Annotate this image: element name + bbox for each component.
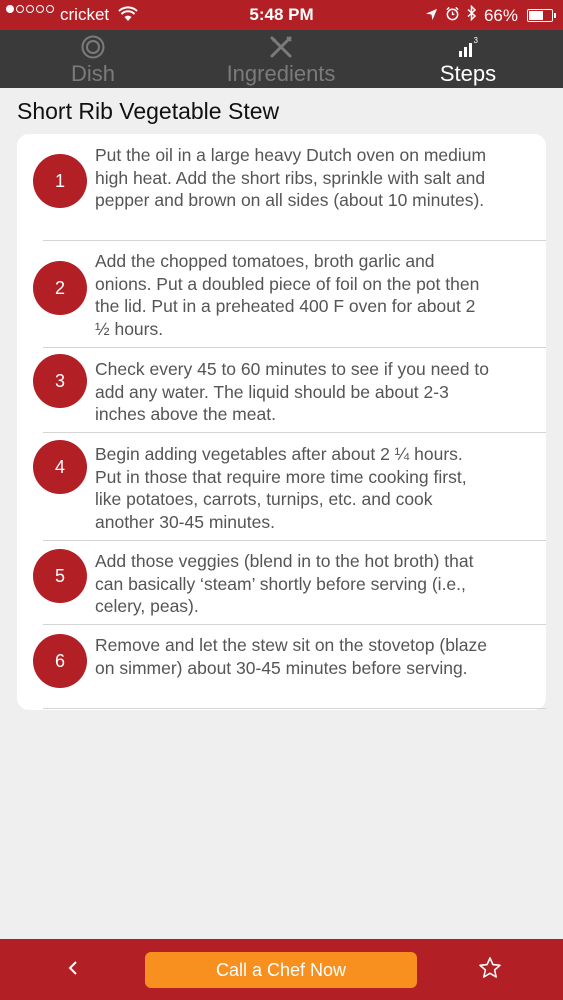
tab-label: Steps — [439, 61, 497, 86]
step-text-line: Put in those that require more time cook… — [95, 466, 467, 487]
step-text-line: on simmer) about 30-45 minutes before se… — [95, 657, 468, 678]
step-text: Add those veggies (blend in to the hot b… — [95, 550, 541, 618]
location-arrow-icon — [425, 6, 438, 26]
page-title: Short Rib Vegetable Stew — [17, 98, 280, 124]
step-divider — [43, 540, 546, 541]
step-divider — [43, 347, 546, 348]
step-text-line: celery, peas). — [95, 596, 199, 616]
status-bar: cricket 5:48 PM 66% — [0, 0, 563, 30]
step-divider — [43, 240, 546, 241]
alarm-clock-icon — [445, 6, 460, 26]
step-text-line: onions. Put a doubled piece of foil on t… — [95, 273, 480, 294]
battery-icon — [527, 9, 556, 22]
utensils-icon — [205, 35, 357, 59]
step-text: Remove and let the stew sit on the stove… — [95, 634, 541, 679]
dish-plate-icon — [30, 35, 156, 59]
battery-percentage: 66% — [483, 5, 518, 25]
step-text-line: Check every 45 to 60 minutes to see if y… — [95, 359, 489, 379]
step-text-line: add any water. The liquid should be abou… — [95, 381, 449, 402]
step-text-line: Begin adding vegetables after about 2 ¼ … — [95, 444, 463, 464]
step-number-badge: 1 — [33, 154, 87, 208]
step-text-line: inches above the meat. — [95, 404, 276, 424]
star-icon — [478, 956, 502, 985]
step-text-line: like potatoes, carrots, turnips, etc. an… — [95, 489, 433, 509]
tab-ingredients[interactable]: Ingredients — [205, 30, 357, 88]
chevron-left-icon — [67, 960, 79, 981]
tab-bar: Dish Ingredients 3 Steps — [0, 30, 563, 88]
back-button[interactable] — [58, 956, 88, 984]
step-number-badge: 6 — [33, 634, 87, 688]
step-text: Begin adding vegetables after about 2 ¼ … — [95, 443, 541, 533]
step-text-line: Remove and let the stew sit on the stove… — [95, 635, 488, 655]
step-divider — [43, 708, 546, 709]
bottom-bar: Call a Chef Now — [0, 939, 563, 1000]
step-number-badge: 3 — [33, 354, 87, 408]
step-number-badge: 2 — [33, 261, 87, 315]
step-text-line: can basically ‘steam’ shortly before ser… — [95, 573, 466, 594]
step-divider — [43, 432, 546, 433]
favorite-button[interactable] — [475, 955, 505, 985]
step-divider — [43, 624, 546, 625]
steps-card: 1 Put the oil in a large heavy Dutch ove… — [17, 134, 546, 710]
tab-dish[interactable]: Dish — [30, 30, 156, 88]
step-text: Check every 45 to 60 minutes to see if y… — [95, 358, 541, 426]
bluetooth-icon — [467, 4, 477, 26]
step-text-line: Put the oil in a large heavy Dutch oven … — [95, 145, 487, 165]
tab-steps[interactable]: 3 Steps — [418, 30, 518, 88]
step-text-line: high heat. Add the short ribs, sprinkle … — [95, 167, 486, 188]
steps-icon-number: 3 — [474, 36, 479, 45]
step-text-line: pepper and brown on all sides (about 10 … — [95, 190, 485, 210]
step-number-badge: 4 — [33, 440, 87, 494]
tab-label: Dish — [70, 61, 115, 86]
step-text-line: the lid. Put in a preheated 400 F oven f… — [95, 296, 476, 316]
step-text: Add the chopped tomatoes, broth garlic a… — [95, 250, 541, 340]
step-text: Put the oil in a large heavy Dutch oven … — [95, 144, 541, 212]
steps-bars-icon: 3 — [418, 35, 518, 59]
step-text-line: Add those veggies (blend in to the hot b… — [95, 551, 474, 571]
call-a-chef-button[interactable]: Call a Chef Now — [145, 952, 417, 988]
tab-label: Ingredients — [226, 61, 336, 86]
step-text-line: another 30-45 minutes. — [95, 511, 275, 532]
step-text-line: ½ hours. — [95, 318, 164, 339]
step-text-line: Add the chopped tomatoes, broth garlic a… — [95, 251, 435, 271]
step-number-badge: 5 — [33, 549, 87, 603]
